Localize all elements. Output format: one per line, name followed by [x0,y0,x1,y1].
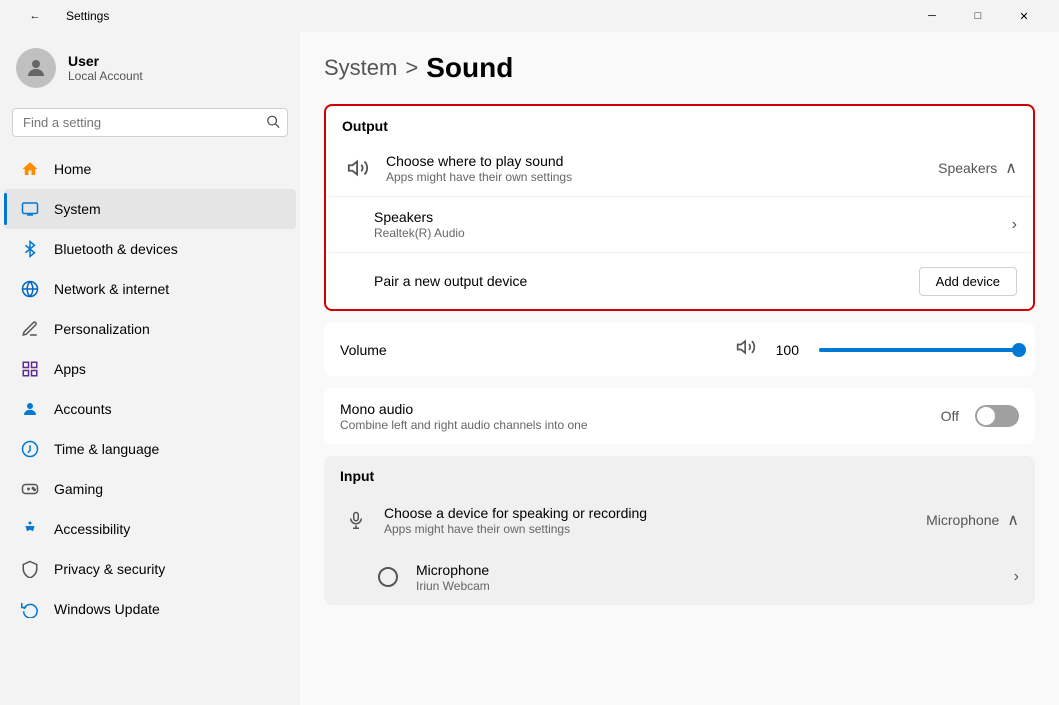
volume-icon [736,337,756,362]
accounts-icon [20,399,40,419]
search-box [12,108,288,137]
user-account-type: Local Account [68,69,143,83]
pair-device-label: Pair a new output device [374,273,919,289]
chevron-right-icon: › [1012,216,1017,234]
nav-item-accessibility[interactable]: Accessibility [4,509,296,549]
nav-item-personalization[interactable]: Personalization [4,309,296,349]
microphone-info: Microphone Iriun Webcam [416,562,1014,593]
pair-device-row: Pair a new output device Add device [326,253,1033,309]
personalization-icon [20,319,40,339]
mono-audio-title: Mono audio [340,401,941,417]
microphone-icon [340,504,372,536]
choose-sound-value: Speakers [938,160,997,176]
user-info: User Local Account [68,53,143,83]
nav-item-network[interactable]: Network & internet [4,269,296,309]
choose-sound-info: Choose where to play sound Apps might ha… [386,153,938,184]
network-icon [20,279,40,299]
choose-device-info: Choose a device for speaking or recordin… [384,505,926,536]
volume-label: Volume [340,342,387,358]
sidebar: User Local Account Home System [0,32,300,705]
pair-device-info: Pair a new output device [374,273,919,289]
input-section: Input Choose a device for speaking or re… [324,456,1035,605]
input-label: Input [324,456,1035,492]
chevron-up-icon-input: ∧ [1007,510,1019,530]
breadcrumb-parent: System [324,55,397,81]
breadcrumb-current: Sound [426,52,513,84]
titlebar: ← Settings ─ □ ✕ [0,0,1059,32]
choose-device-title: Choose a device for speaking or recordin… [384,505,926,521]
volume-slider[interactable] [819,348,1019,352]
titlebar-left: ← Settings [12,0,109,32]
nav-item-update[interactable]: Windows Update [4,589,296,629]
mono-audio-control: Off [941,405,1019,427]
chevron-right-icon-mic: › [1014,568,1019,586]
microphone-subtitle: Iriun Webcam [416,579,1014,593]
microphone-row[interactable]: Microphone Iriun Webcam › [324,549,1035,605]
nav-item-apps[interactable]: Apps [4,349,296,389]
home-icon [20,159,40,179]
user-section: User Local Account [0,32,300,108]
choose-sound-subtitle: Apps might have their own settings [386,170,938,184]
mono-audio-info: Mono audio Combine left and right audio … [340,401,941,432]
output-section: Output Choose where to play sound Apps m… [324,104,1035,311]
titlebar-controls: ─ □ ✕ [909,0,1047,32]
speakers-info: Speakers Realtek(R) Audio [374,209,1012,240]
update-icon [20,599,40,619]
close-button[interactable]: ✕ [1001,0,1047,32]
system-icon [20,199,40,219]
minimize-button[interactable]: ─ [909,0,955,32]
avatar [16,48,56,88]
mono-audio-section: Mono audio Combine left and right audio … [324,388,1035,444]
nav-item-gaming[interactable]: Gaming [4,469,296,509]
choose-sound-title: Choose where to play sound [386,153,938,169]
speakers-control: › [1012,216,1017,234]
maximize-button[interactable]: □ [955,0,1001,32]
search-input[interactable] [12,108,288,137]
main-panel: System > Sound Output Choose where to pl… [300,32,1059,705]
privacy-icon [20,559,40,579]
choose-sound-row[interactable]: Choose where to play sound Apps might ha… [326,140,1033,197]
volume-value: 100 [776,342,799,358]
output-label: Output [326,106,1033,140]
nav-item-time[interactable]: Time & language [4,429,296,469]
choose-device-value: Microphone [926,512,999,528]
user-name: User [68,53,143,69]
back-button[interactable]: ← [12,0,58,32]
microphone-title: Microphone [416,562,1014,578]
speaker-icon [342,152,374,184]
bluetooth-icon [20,239,40,259]
nav-item-system[interactable]: System [4,189,296,229]
microphone-control: › [1014,568,1019,586]
nav-item-privacy[interactable]: Privacy & security [4,549,296,589]
mic-circle-icon [372,561,404,593]
volume-section: Volume 100 [324,323,1035,376]
app-body: User Local Account Home System [0,32,1059,705]
nav-item-home[interactable]: Home [4,149,296,189]
speakers-row[interactable]: Speakers Realtek(R) Audio › [326,197,1033,253]
toggle-knob [977,407,995,425]
choose-device-row[interactable]: Choose a device for speaking or recordin… [324,492,1035,549]
mono-audio-state: Off [941,408,959,424]
breadcrumb-separator: > [405,55,418,81]
speakers-subtitle: Realtek(R) Audio [374,226,1012,240]
choose-device-subtitle: Apps might have their own settings [384,522,926,536]
app-title: Settings [66,9,109,23]
choose-sound-control: Speakers ∧ [938,158,1017,178]
pair-device-control: Add device [919,267,1017,296]
mono-audio-row: Mono audio Combine left and right audio … [324,388,1035,444]
speakers-title: Speakers [374,209,1012,225]
gaming-icon [20,479,40,499]
nav-item-accounts[interactable]: Accounts [4,389,296,429]
accessibility-icon [20,519,40,539]
breadcrumb: System > Sound [324,52,1035,84]
apps-icon [20,359,40,379]
search-icon [266,114,280,131]
chevron-up-icon: ∧ [1005,158,1017,178]
mono-audio-toggle[interactable] [975,405,1019,427]
mono-audio-subtitle: Combine left and right audio channels in… [340,418,941,432]
nav-item-bluetooth[interactable]: Bluetooth & devices [4,229,296,269]
time-icon [20,439,40,459]
add-device-button[interactable]: Add device [919,267,1017,296]
choose-device-control: Microphone ∧ [926,510,1019,530]
